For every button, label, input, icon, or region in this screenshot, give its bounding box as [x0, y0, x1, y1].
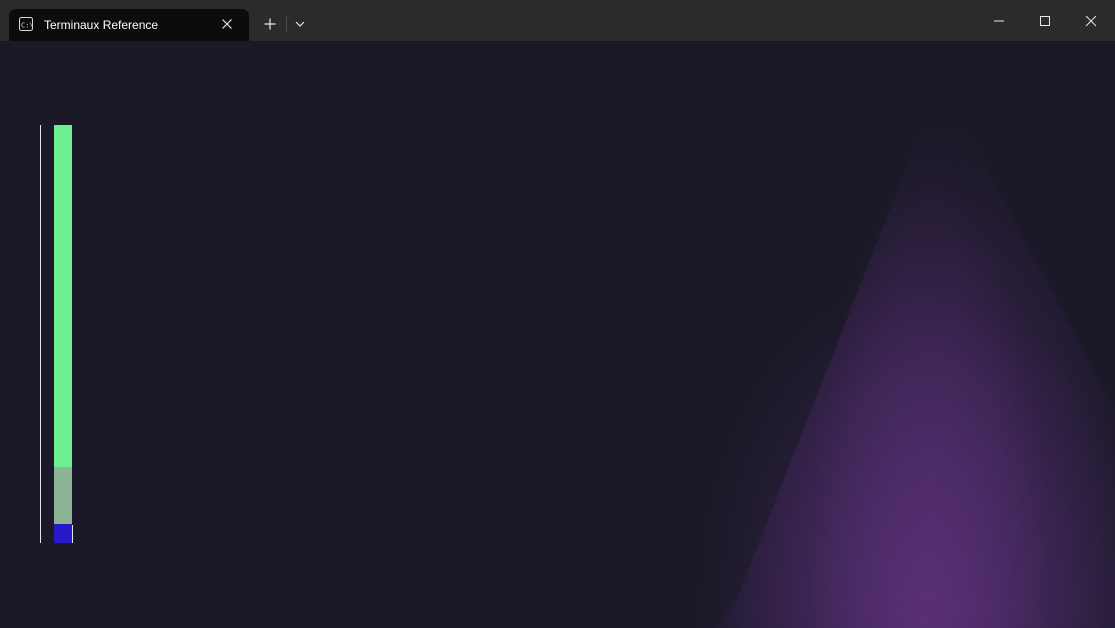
terminal-window: C:\ Terminaux Reference — [0, 0, 1115, 628]
bar-segment-3 — [54, 524, 72, 543]
bar-segment-2 — [54, 467, 72, 524]
svg-text:C:\: C:\ — [21, 22, 33, 30]
terminal-icon: C:\ — [19, 17, 33, 31]
bar-segment-1 — [54, 125, 72, 467]
chevron-down-icon[interactable] — [288, 10, 312, 38]
stacked-bar — [54, 125, 73, 543]
tab-title: Terminaux Reference — [44, 18, 159, 32]
background-glow — [700, 131, 1115, 628]
tab-close-icon[interactable] — [220, 17, 234, 31]
title-bar: C:\ Terminaux Reference — [0, 0, 1115, 41]
tab-separator — [286, 15, 287, 33]
text-cursor — [72, 525, 73, 543]
bar-axis-line — [40, 125, 41, 543]
new-tab-plus-icon[interactable] — [256, 10, 284, 38]
maximize-icon[interactable] — [1022, 0, 1068, 41]
close-icon[interactable] — [1068, 0, 1114, 41]
tab-terminaux-reference[interactable]: C:\ Terminaux Reference — [9, 9, 249, 41]
terminal-content[interactable] — [0, 41, 1115, 628]
minimize-icon[interactable] — [976, 0, 1022, 41]
